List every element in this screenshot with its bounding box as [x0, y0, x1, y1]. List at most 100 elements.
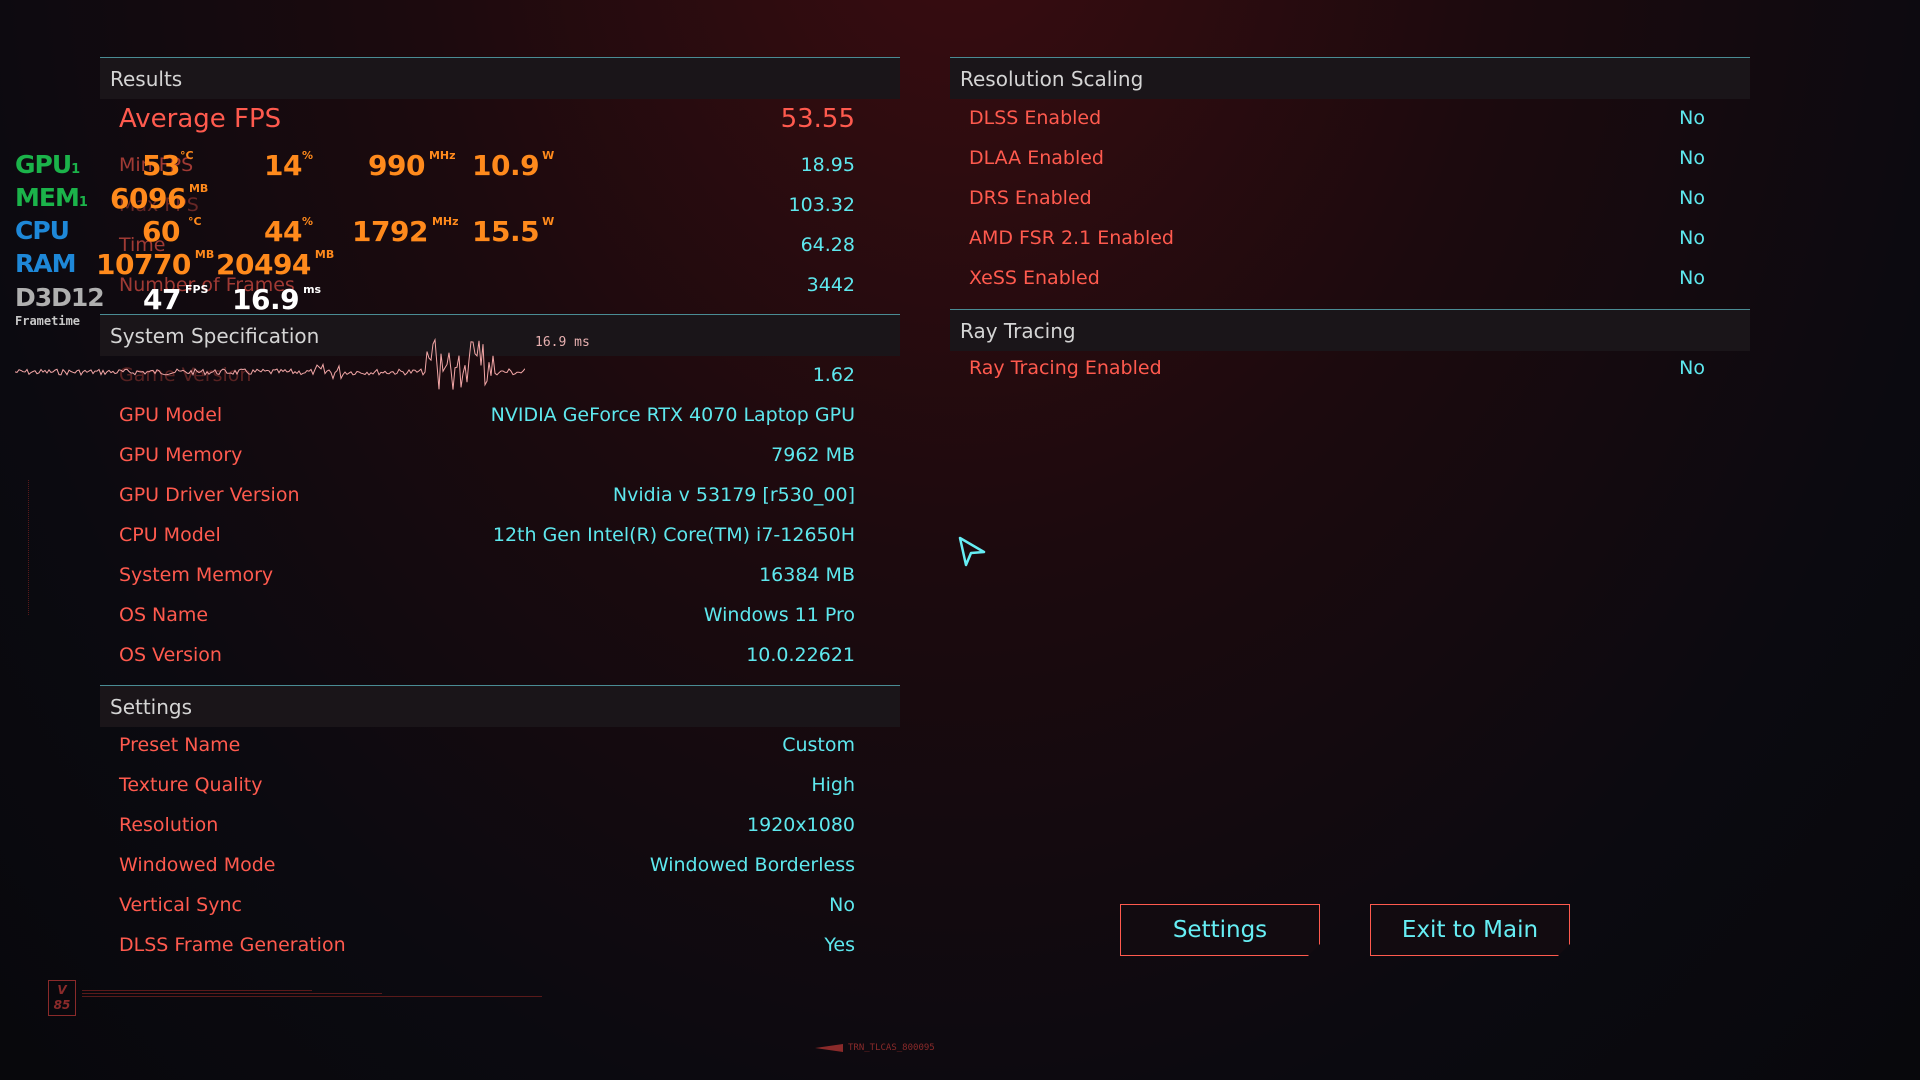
row-value: 12th Gen Intel(R) Core(TM) i7-12650H: [492, 524, 855, 546]
settings-button[interactable]: Settings: [1120, 904, 1320, 956]
row-label: Vertical Sync: [119, 894, 242, 916]
cpu-temp-value: 60: [142, 215, 180, 248]
row-value: 64.28: [800, 234, 855, 256]
overlay-cpu-temp: 60 °C: [142, 215, 202, 248]
row-label: OS Version: [119, 644, 222, 666]
row-value: No: [1679, 267, 1705, 289]
overlay-graph-label: 16.9 ms: [535, 335, 590, 350]
row-label: AMD FSR 2.1 Enabled: [969, 227, 1174, 249]
row-label: DRS Enabled: [969, 187, 1092, 209]
version-badge: V 85: [48, 980, 76, 1016]
gpu-load-value: 14: [264, 149, 302, 182]
vertical-debug-text: [28, 480, 36, 615]
resolution-scaling-header: Resolution Scaling: [950, 57, 1750, 99]
overlay-ram-other: 20494 MB: [216, 248, 334, 281]
cpu-clock-value: 1792: [352, 215, 428, 248]
row-label: System Memory: [119, 564, 274, 586]
row-value: No: [1679, 147, 1705, 169]
system-row-driver: GPU Driver Version Nvidia v 53179 [r530_…: [119, 480, 855, 510]
rs-row-dlss: DLSS Enabled No: [969, 103, 1705, 133]
overlay-d3d-label: D3D12: [15, 283, 105, 312]
rs-row-drs: DRS Enabled No: [969, 183, 1705, 213]
cpu-clock-unit: MHz: [431, 215, 459, 228]
system-row-memory: System Memory 16384 MB: [119, 560, 855, 590]
rt-row-enabled: Ray Tracing Enabled No: [969, 353, 1705, 383]
row-label: DLSS Enabled: [969, 107, 1102, 129]
mem-sub: 1: [78, 195, 88, 210]
d3d-fps-value: 47: [143, 283, 181, 316]
legal-text-lines: [82, 988, 542, 999]
row-value: 16384 MB: [759, 564, 855, 586]
cpu-power-unit: W: [542, 215, 555, 228]
row-value: No: [1679, 107, 1705, 129]
gpu-temp-value: 53: [142, 149, 180, 182]
gpu-clock-value: 990: [368, 149, 425, 182]
overlay-gpu-load: 14%: [264, 149, 313, 182]
settings-row-windowed: Windowed Mode Windowed Borderless: [119, 850, 855, 880]
mem-text: MEM: [15, 183, 80, 212]
row-value: No: [1679, 227, 1705, 249]
ram-other-value: 20494: [216, 248, 311, 281]
rs-row-dlaa: DLAA Enabled No: [969, 143, 1705, 173]
rs-row-xess: XeSS Enabled No: [969, 263, 1705, 293]
row-value: 7962 MB: [771, 444, 855, 466]
system-row-os-name: OS Name Windows 11 Pro: [119, 600, 855, 630]
gpu-text: GPU: [15, 150, 72, 179]
row-value: Windowed Borderless: [649, 854, 855, 876]
row-label: OS Name: [119, 604, 209, 626]
settings-row-preset: Preset Name Custom: [119, 730, 855, 760]
rs-row-fsr: AMD FSR 2.1 Enabled No: [969, 223, 1705, 253]
overlay-ram-used: 10770 MB: [96, 248, 214, 281]
overlay-gpu-clock: 990 MHz: [368, 149, 456, 182]
settings-row-vsync: Vertical Sync No: [119, 890, 855, 920]
cpu-load-unit: %: [301, 215, 313, 228]
row-label: GPU Driver Version: [119, 484, 300, 506]
cursor-icon: [958, 536, 986, 567]
row-value: No: [1679, 187, 1705, 209]
settings-row-resolution: Resolution 1920x1080: [119, 810, 855, 840]
system-row-gpu-memory: GPU Memory 7962 MB: [119, 440, 855, 470]
row-label: DLAA Enabled: [969, 147, 1104, 169]
overlay-ram-label: RAM: [15, 249, 76, 278]
row-label: Preset Name: [119, 734, 241, 756]
frametime-graph: [15, 337, 525, 390]
overlay-frametime-label: Frametime: [15, 314, 81, 328]
d3d-fps-unit: FPS: [184, 283, 209, 296]
overlay-gpu-power: 10.9 W: [472, 149, 554, 182]
row-label: Ray Tracing Enabled: [969, 357, 1162, 379]
gpu-load-unit: %: [301, 149, 313, 162]
exit-to-main-menu-button[interactable]: Exit to Main Menu: [1370, 904, 1570, 956]
settings-row-texture: Texture Quality High: [119, 770, 855, 800]
row-value: NVIDIA GeForce RTX 4070 Laptop GPU: [490, 404, 855, 426]
row-label: GPU Model: [119, 404, 223, 426]
gpu-power-unit: W: [542, 149, 555, 162]
d3d-frametime-unit: ms: [303, 283, 322, 296]
overlay-gpu-label: GPU1: [15, 150, 80, 179]
overlay-mem-label: MEM1: [15, 183, 88, 212]
ram-used-unit: MB: [194, 248, 215, 261]
row-label: XeSS Enabled: [969, 267, 1100, 289]
average-fps-value: 53.55: [780, 104, 855, 134]
gpu-sub: 1: [71, 162, 80, 177]
mem-value: 6096: [110, 182, 186, 215]
arrow-marker-icon: [815, 1044, 843, 1052]
cpu-load-value: 44: [264, 215, 302, 248]
row-value: Yes: [824, 934, 855, 956]
overlay-d3d-fps: 47 FPS: [143, 283, 208, 316]
cpu-power-value: 15.5: [472, 215, 540, 248]
average-fps-label: Average FPS: [119, 104, 282, 134]
row-label: Texture Quality: [119, 774, 263, 796]
row-value: No: [1679, 357, 1705, 379]
mem-unit: MB: [188, 182, 209, 195]
row-value: No: [829, 894, 855, 916]
average-fps-row: Average FPS 53.55: [119, 101, 855, 137]
overlay-d3d-frametime: 16.9 ms: [232, 283, 321, 316]
overlay-cpu-label: CPU: [15, 216, 70, 245]
ram-other-unit: MB: [314, 248, 335, 261]
footer-code: TRN_TLCAS_800095: [848, 1043, 935, 1053]
row-value: 103.32: [788, 194, 855, 216]
row-value: High: [811, 774, 855, 796]
row-value: 3442: [806, 274, 855, 296]
system-row-os-version: OS Version 10.0.22621: [119, 640, 855, 670]
gpu-clock-unit: MHz: [428, 149, 456, 162]
